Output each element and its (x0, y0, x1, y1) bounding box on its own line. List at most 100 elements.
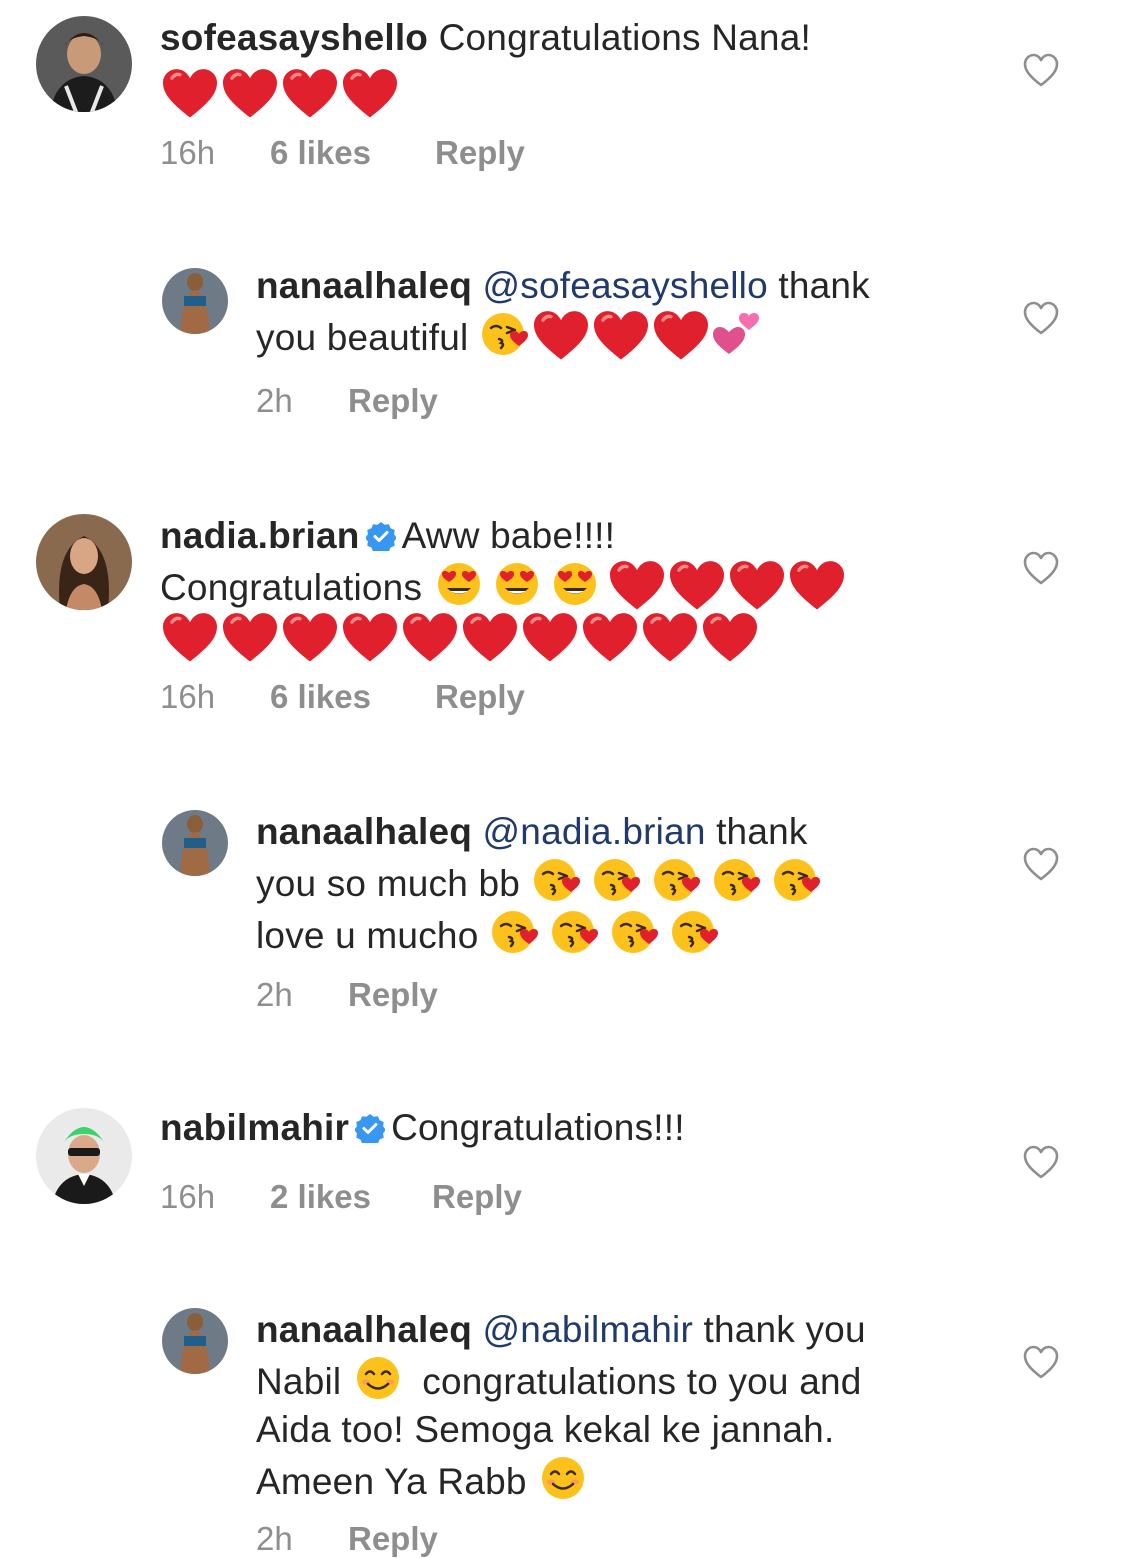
avatar[interactable] (162, 1308, 228, 1374)
username[interactable]: nadia.brian (160, 515, 360, 556)
like-heart-icon[interactable] (1022, 52, 1060, 88)
two-hearts-emoji-icon (711, 310, 763, 358)
smile-emoji-icon (352, 1354, 412, 1402)
kiss-emoji-icon (651, 856, 711, 904)
username[interactable]: sofeasayshello (160, 17, 428, 58)
heart-emoji-icon (531, 310, 591, 358)
comment-meta: 2h Reply (256, 976, 438, 1014)
heart-emoji-icon (160, 68, 220, 116)
heart-emoji-icon (651, 310, 711, 358)
avatar[interactable] (162, 810, 228, 876)
verified-badge-icon (355, 1107, 385, 1137)
comment-meta: 16h 6 likes Reply (160, 678, 525, 716)
timestamp: 16h (160, 678, 216, 715)
reply-button[interactable]: Reply (348, 976, 438, 1014)
like-heart-icon[interactable] (1022, 300, 1060, 336)
mention-link[interactable]: @sofeasayshello (483, 265, 768, 306)
heart-emoji-icon (591, 310, 651, 358)
comment-message: Congratulations (160, 567, 423, 608)
kiss-emoji-icon (531, 856, 591, 904)
comment-text: nabilmahir Congratulations!!! (160, 1104, 970, 1152)
reply-button[interactable]: Reply (348, 1520, 438, 1558)
heart-emoji-icon (160, 612, 220, 660)
verified-badge-icon (366, 515, 396, 545)
kiss-emoji-icon (711, 856, 771, 904)
timestamp: 16h (160, 1178, 216, 1215)
avatar[interactable] (36, 514, 132, 610)
likes-count[interactable]: 6 likes (270, 678, 435, 716)
comment-message: thank you (703, 1309, 866, 1350)
likes-count[interactable]: 6 likes (270, 134, 435, 172)
likes-count[interactable]: 2 likes (270, 1178, 432, 1216)
username[interactable]: nanaalhaleq (256, 1309, 472, 1350)
timestamp: 2h (256, 976, 293, 1013)
kiss-emoji-icon (591, 856, 651, 904)
avatar[interactable] (36, 16, 132, 112)
heart-emoji-icon (667, 560, 727, 608)
reply-button[interactable]: Reply (435, 678, 525, 716)
avatar-image (36, 1108, 132, 1204)
heart-emoji-icon (700, 612, 760, 660)
heart-emoji-icon (400, 612, 460, 660)
avatar-image (36, 514, 132, 610)
comment-message: Congratulations!!! (391, 1107, 685, 1148)
heart-emoji-icon (340, 68, 400, 116)
comment-message: Aida too! Semoga kekal ke jannah. (256, 1409, 835, 1450)
mention-link[interactable]: @nabilmahir (483, 1309, 693, 1350)
heart-emoji-icon (580, 612, 640, 660)
kiss-emoji-icon (549, 908, 609, 956)
avatar[interactable] (36, 1108, 132, 1204)
reply-button[interactable]: Reply (348, 382, 438, 420)
heart-emoji-icon (340, 612, 400, 660)
heart-eyes-emoji-icon (433, 560, 491, 608)
comment-message: Congratulations Nana! (438, 17, 811, 58)
heart-emoji-icon (787, 560, 847, 608)
comment-message: love u mucho (256, 915, 479, 956)
kiss-emoji-icon (771, 856, 831, 904)
heart-eyes-emoji-icon (491, 560, 549, 608)
comment-meta: 16h 2 likes Reply (160, 1178, 522, 1216)
heart-emoji-icon (520, 612, 580, 660)
comment-message: thank (716, 811, 808, 852)
like-heart-icon[interactable] (1022, 550, 1060, 586)
heart-emoji-icon (640, 612, 700, 660)
comment-message: Ameen Ya Rabb (256, 1461, 527, 1502)
heart-emoji-icon (607, 560, 667, 608)
avatar-image (162, 268, 228, 334)
username[interactable]: nabilmahir (160, 1107, 349, 1148)
comment-meta: 2h Reply (256, 1520, 438, 1558)
kiss-emoji-icon (609, 908, 669, 956)
comment-message: thank (778, 265, 870, 306)
comment-text: nanaalhaleq @nadia.brian thank you so mu… (256, 808, 976, 960)
comment-message: Nabil (256, 1361, 342, 1402)
avatar-image (36, 16, 132, 112)
username[interactable]: nanaalhaleq (256, 265, 472, 306)
reply-button[interactable]: Reply (432, 1178, 522, 1216)
comment-text: nadia.brian Aww babe!!!! Congratulations (160, 512, 970, 664)
heart-emoji-icon (460, 612, 520, 660)
heart-emoji-icon (727, 560, 787, 608)
heart-emoji-icon (220, 612, 280, 660)
kiss-emoji-icon (489, 908, 549, 956)
kiss-emoji-icon (479, 310, 531, 358)
avatar-image (162, 810, 228, 876)
comment-message: you beautiful (256, 317, 469, 358)
comment-meta: 16h 6 likes Reply (160, 134, 525, 172)
emoji-row (160, 612, 760, 664)
comment-text: nanaalhaleq @sofeasayshello thank you be… (256, 262, 976, 362)
comment-text: nanaalhaleq @nabilmahir thank you Nabil … (256, 1306, 976, 1506)
emoji-row (160, 68, 400, 120)
reply-button[interactable]: Reply (435, 134, 525, 172)
comment-text: sofeasayshello Congratulations Nana! (160, 14, 970, 120)
like-heart-icon[interactable] (1022, 1344, 1060, 1380)
like-heart-icon[interactable] (1022, 846, 1060, 882)
mention-link[interactable]: @nadia.brian (483, 811, 706, 852)
username[interactable]: nanaalhaleq (256, 811, 472, 852)
avatar[interactable] (162, 268, 228, 334)
timestamp: 2h (256, 382, 293, 419)
smile-emoji-icon (537, 1454, 589, 1502)
heart-eyes-emoji-icon (549, 560, 607, 608)
comment-message: congratulations to you and (422, 1361, 862, 1402)
like-heart-icon[interactable] (1022, 1144, 1060, 1180)
comment-message: Aww babe!!!! (401, 515, 616, 556)
